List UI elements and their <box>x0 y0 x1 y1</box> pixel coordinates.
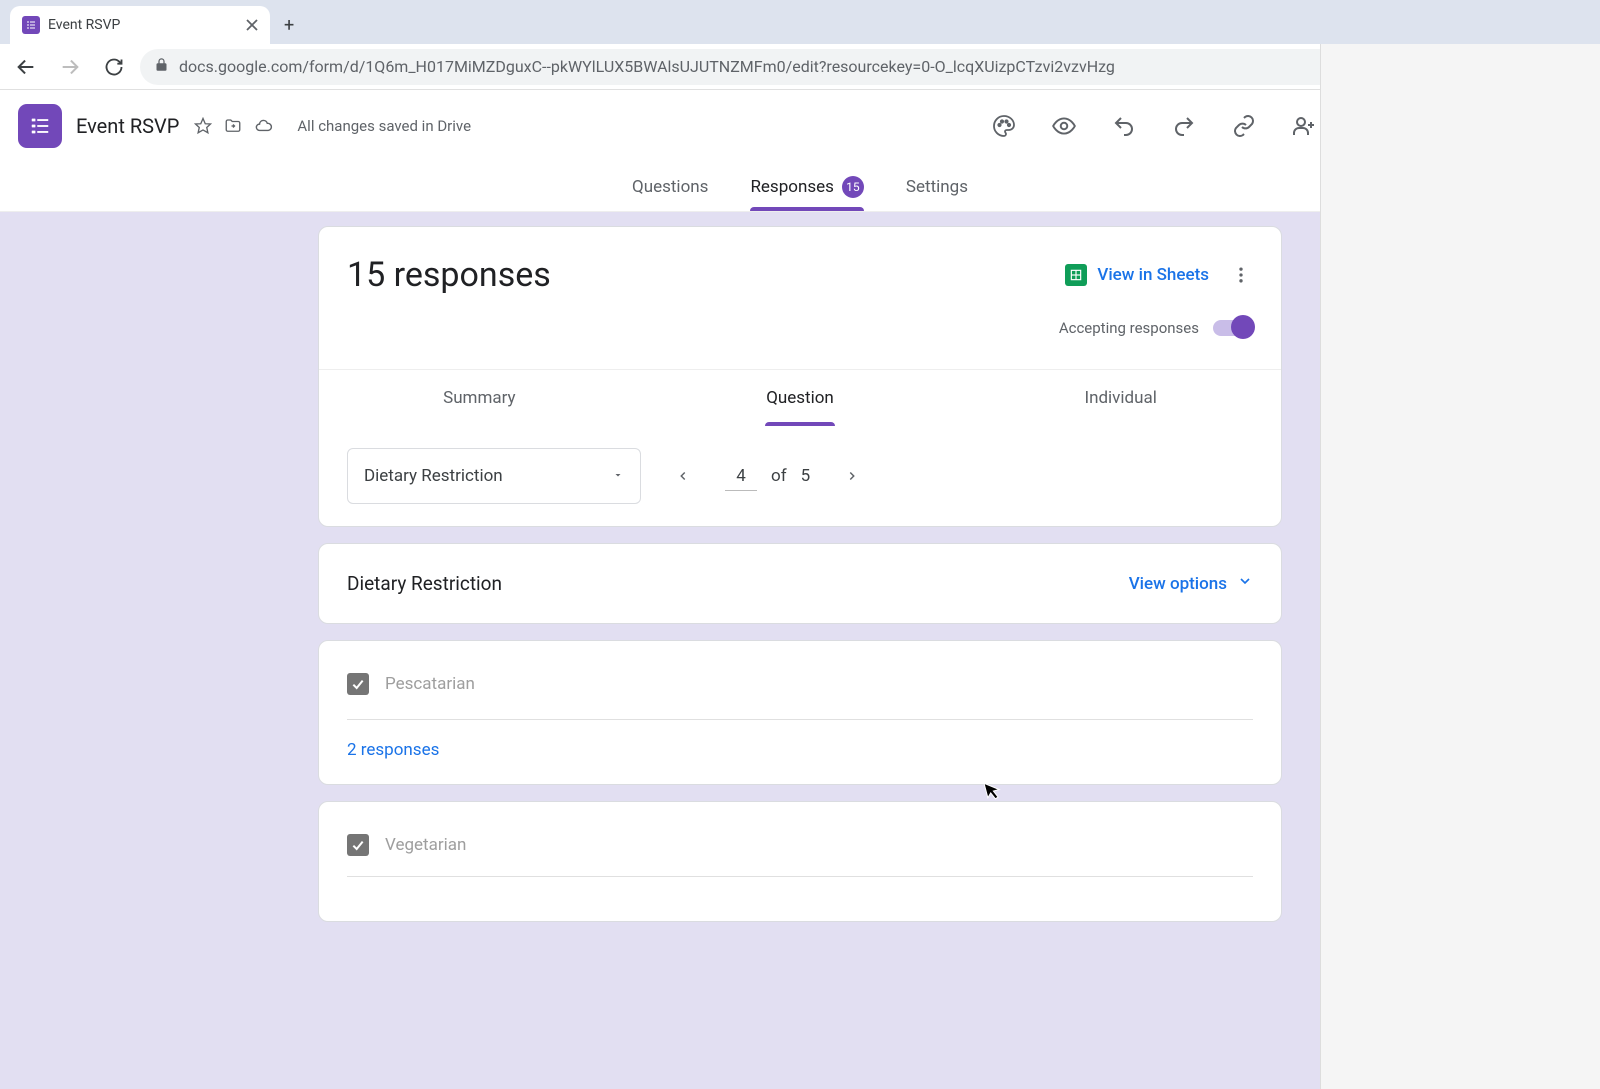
question-title: Dietary Restriction <box>347 572 502 595</box>
move-folder-icon[interactable] <box>223 116 243 136</box>
accepting-responses-label: Accepting responses <box>1059 319 1199 337</box>
chevron-down-icon <box>1237 573 1253 594</box>
tab-responses-label: Responses <box>750 177 833 197</box>
tab-settings-label: Settings <box>906 177 968 197</box>
responses-more-icon[interactable] <box>1229 263 1253 287</box>
checkbox-checked-icon <box>347 673 369 695</box>
forms-logo-icon[interactable] <box>18 104 62 148</box>
view-in-sheets-button[interactable]: View in Sheets <box>1065 264 1209 286</box>
sub-tab-question[interactable]: Question <box>640 370 961 426</box>
reload-button[interactable] <box>96 49 132 85</box>
preview-eye-icon[interactable] <box>1041 103 1087 149</box>
tab-questions[interactable]: Questions <box>632 162 708 211</box>
page-current-input[interactable]: 4 <box>725 462 757 491</box>
cloud-status-icon[interactable] <box>253 116 273 136</box>
theme-palette-icon[interactable] <box>981 103 1027 149</box>
question-title-card: Dietary Restriction View options <box>318 543 1282 624</box>
prev-question-button[interactable] <box>665 458 701 494</box>
page-total: 5 <box>801 466 811 486</box>
view-in-sheets-label: View in Sheets <box>1097 265 1209 285</box>
checkbox-checked-icon <box>347 834 369 856</box>
title-icon-group <box>193 116 273 136</box>
link-icon[interactable] <box>1221 103 1267 149</box>
answer-card: Pescatarian 2 responses <box>318 640 1282 785</box>
back-button[interactable] <box>8 49 44 85</box>
sub-tab-summary[interactable]: Summary <box>319 370 640 426</box>
forms-favicon-icon <box>22 16 40 34</box>
accepting-responses-toggle[interactable] <box>1213 320 1253 336</box>
responses-badge: 15 <box>842 176 864 198</box>
redo-icon[interactable] <box>1161 103 1207 149</box>
sheets-icon <box>1065 264 1087 286</box>
question-pagination: 4 of 5 <box>725 462 810 491</box>
divider <box>347 876 1253 877</box>
tab-settings[interactable]: Settings <box>906 162 968 211</box>
browser-tab-active[interactable]: Event RSVP <box>10 6 270 44</box>
divider <box>347 719 1253 720</box>
sub-tab-individual[interactable]: Individual <box>960 370 1281 426</box>
lock-icon <box>154 57 169 76</box>
new-tab-button[interactable]: + <box>270 6 308 44</box>
page-of-label: of <box>771 466 787 486</box>
tab-close-icon[interactable] <box>246 16 258 35</box>
browser-tab-bar: Event RSVP + <box>0 0 1600 44</box>
view-options-label: View options <box>1129 574 1227 594</box>
next-question-button[interactable] <box>834 458 870 494</box>
view-options-button[interactable]: View options <box>1129 573 1253 594</box>
answer-card: Vegetarian <box>318 801 1282 922</box>
window-side-pane <box>1320 0 1600 1089</box>
answer-label: Pescatarian <box>385 674 475 694</box>
doc-title[interactable]: Event RSVP <box>76 114 179 138</box>
question-dropdown[interactable]: Dietary Restriction <box>347 448 641 504</box>
save-status-text: All changes saved in Drive <box>297 117 471 135</box>
responses-overview-card: 15 responses View in Sheets Accepting re… <box>318 226 1282 527</box>
tab-title: Event RSVP <box>48 17 120 33</box>
dropdown-caret-icon <box>612 466 624 486</box>
address-bar[interactable]: docs.google.com/form/d/1Q6m_H017MiMZDgux… <box>140 49 1378 85</box>
responses-sub-tabs: Summary Question Individual <box>319 369 1281 426</box>
url-text: docs.google.com/form/d/1Q6m_H017MiMZDgux… <box>179 57 1334 76</box>
tab-responses[interactable]: Responses 15 <box>750 162 863 211</box>
star-icon[interactable] <box>193 116 213 136</box>
undo-icon[interactable] <box>1101 103 1147 149</box>
question-dropdown-label: Dietary Restriction <box>364 466 503 486</box>
responses-count-title: 15 responses <box>347 255 551 295</box>
forward-button[interactable] <box>52 49 88 85</box>
tab-questions-label: Questions <box>632 177 708 197</box>
response-count-link[interactable]: 2 responses <box>347 740 1253 760</box>
answer-label: Vegetarian <box>385 835 466 855</box>
toggle-thumb <box>1231 315 1255 339</box>
